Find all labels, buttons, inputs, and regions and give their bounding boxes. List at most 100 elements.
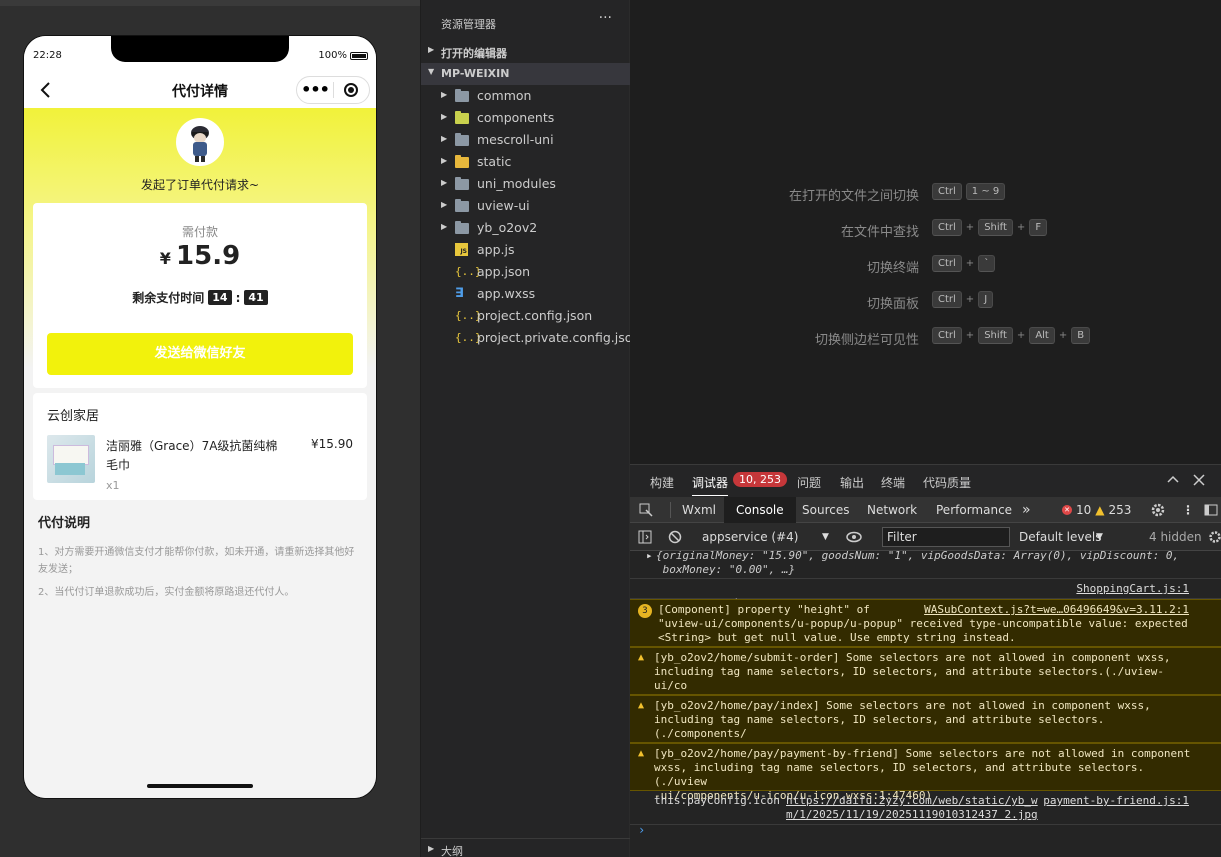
chevron-right-icon: ▶: [428, 844, 435, 853]
tree-item-common[interactable]: ▶ common: [421, 85, 630, 107]
tree-item-label: yb_o2ov2: [477, 220, 538, 235]
plus-sign: +: [1058, 330, 1068, 341]
plus-sign: +: [1016, 222, 1026, 233]
tab-code-quality[interactable]: 代码质量: [923, 474, 971, 491]
source-link[interactable]: ShoppingCart.js:1: [1076, 582, 1189, 595]
project-section[interactable]: ▼ MP-WEIXIN: [421, 63, 630, 85]
expand-arrow-icon[interactable]: ▸: [646, 551, 654, 563]
tree-item-project-config[interactable]: {..} project.config.json: [421, 305, 630, 327]
context-selector[interactable]: appservice (#4): [702, 523, 798, 551]
issue-counts[interactable]: ✕ 10 ▲ 253: [1062, 497, 1131, 523]
console-prompt-icon[interactable]: ›: [638, 823, 645, 837]
folder-icon: [455, 89, 471, 103]
send-to-friend-button[interactable]: 发送给微信好友: [47, 333, 353, 375]
tree-item-app-json[interactable]: {..} app.json: [421, 261, 630, 283]
explorer-header: 资源管理器 ···: [421, 0, 630, 44]
source-link[interactable]: WASubContext.js?t=we…06496649&v=3.11.2:1: [924, 603, 1189, 616]
avatar: [176, 118, 224, 166]
collapse-panel-icon[interactable]: [1166, 473, 1180, 487]
status-time: 22:28: [33, 50, 62, 61]
more-tabs-icon[interactable]: »: [1022, 497, 1031, 523]
goods-quantity: x1: [106, 479, 120, 492]
tree-item-yb-o2ov2[interactable]: ▶ yb_o2ov2: [421, 217, 630, 239]
outline-section[interactable]: ▶ 大纲: [421, 838, 630, 857]
tab-problems[interactable]: 问题: [797, 474, 821, 491]
key: Ctrl: [932, 255, 962, 272]
tab-console[interactable]: Console: [724, 497, 796, 523]
tree-item-label: app.wxss: [477, 286, 536, 301]
tab-output[interactable]: 输出: [840, 474, 864, 491]
simulator-toolbar: [0, 0, 420, 6]
shortcut-keys: Ctrl + Shift + Alt + B: [932, 327, 1091, 344]
error-warning-badge: 10, 253: [733, 472, 787, 487]
close-mp-icon[interactable]: [334, 83, 369, 97]
tree-item-components[interactable]: ▶ components: [421, 107, 630, 129]
tab-wxml[interactable]: Wxml: [682, 497, 716, 523]
tree-item-label: app.json: [477, 264, 531, 279]
chevron-right-icon: ▶: [428, 45, 435, 54]
log-label: this.payConfig.icon: [654, 794, 780, 807]
folder-icon: [455, 133, 471, 147]
key: Shift: [978, 327, 1013, 344]
tree-item-app-wxss[interactable]: ∃ app.wxss: [421, 283, 630, 305]
remaining-seconds: 41: [244, 290, 268, 305]
folder-icon: [455, 199, 471, 213]
settings-gear-icon[interactable]: [1150, 502, 1166, 518]
tree-item-uview-ui[interactable]: ▶ uview-ui: [421, 195, 630, 217]
shortcut-keys: Ctrl + `: [932, 255, 996, 272]
tab-network[interactable]: Network: [867, 497, 917, 523]
time-colon: :: [235, 290, 241, 305]
shortcut-label: 切换侧边栏可见性: [814, 333, 919, 348]
chevron-right-icon: ▶: [441, 134, 448, 143]
source-link[interactable]: payment-by-friend.js:1: [1043, 794, 1189, 807]
chevron-down-icon: ▼: [428, 67, 435, 76]
open-editors-section[interactable]: ▶ 打开的编辑器: [421, 41, 630, 63]
error-count: 10: [1076, 503, 1092, 517]
console-row: this.payConfig.icon https://daifu.2yzy.c…: [630, 791, 1221, 825]
clear-console-icon[interactable]: [668, 530, 682, 544]
tab-terminal[interactable]: 终端: [881, 474, 905, 491]
sidebar-toggle-icon[interactable]: [638, 530, 652, 544]
log-levels-select[interactable]: Default levels: [1019, 523, 1101, 551]
caret-down-icon[interactable]: ▼: [822, 523, 829, 551]
tab-build[interactable]: 构建: [650, 474, 674, 491]
tree-item-app-js[interactable]: JS app.js: [421, 239, 630, 261]
remaining-label: 剩余支付时间: [132, 291, 205, 305]
console-settings-icon[interactable]: [1208, 530, 1221, 544]
json-file-icon: {..}: [455, 309, 482, 322]
tree-item-uni-modules[interactable]: ▶ uni_modules: [421, 173, 630, 195]
chevron-right-icon: ▶: [441, 222, 448, 231]
warning-row: ▲ [yb_o2ov2/home/pay/index] Some selecto…: [630, 695, 1221, 754]
chevron-right-icon: ▶: [441, 112, 448, 121]
tree-item-project-private-config[interactable]: {..} project.private.config.json: [421, 327, 640, 349]
more-actions-icon[interactable]: ···: [599, 10, 612, 26]
shortcut-keys: Ctrl 1 ~ 9: [932, 183, 1006, 200]
folder-static-icon: [455, 155, 471, 169]
pay-label: 需付款: [181, 225, 218, 239]
shortcut-keys: Ctrl + J: [932, 291, 994, 308]
caret-down-icon[interactable]: ▼: [1096, 523, 1103, 551]
close-panel-icon[interactable]: [1192, 473, 1206, 487]
tree-item-static[interactable]: ▶ static: [421, 151, 630, 173]
section-label: 打开的编辑器: [441, 47, 507, 60]
eye-icon[interactable]: [846, 530, 862, 544]
dock-icon[interactable]: [1204, 503, 1218, 517]
object-preview[interactable]: {originalMoney: "15.90", goodsNum: "1", …: [656, 551, 1191, 577]
console-toolbar: appservice (#4) ▼ Default levels ▼ 4 hid…: [630, 523, 1221, 551]
tab-performance[interactable]: Performance: [936, 497, 1012, 523]
tab-debugger[interactable]: 调试器: [692, 474, 729, 496]
filter-input[interactable]: [882, 527, 1010, 547]
css-file-icon: ∃: [455, 286, 464, 301]
tree-item-mescroll-uni[interactable]: ▶ mescroll-uni: [421, 129, 630, 151]
more-dots-icon[interactable]: •••: [297, 77, 333, 103]
image-url-link[interactable]: https://daifu.2yzy.com/web/static/yb_w m…: [786, 794, 1046, 822]
goods-image[interactable]: [47, 435, 95, 483]
chevron-right-icon: ▶: [441, 178, 448, 187]
warning-icon: ▲: [1095, 503, 1105, 517]
payment-card: 需付款 ¥ 15.9 剩余支付时间 14 : 41 发送给微信好友: [33, 203, 367, 388]
tree-item-label: project.config.json: [477, 308, 593, 323]
inspect-element-icon[interactable]: [639, 503, 653, 517]
tab-sources[interactable]: Sources: [802, 497, 849, 523]
kebab-menu-icon[interactable]: ⋮: [1182, 497, 1194, 523]
phone-frame: 22:28 100% 代付详情 ••• 发起了订单代付请求~ 需付款 ¥ 15.…: [24, 36, 376, 798]
